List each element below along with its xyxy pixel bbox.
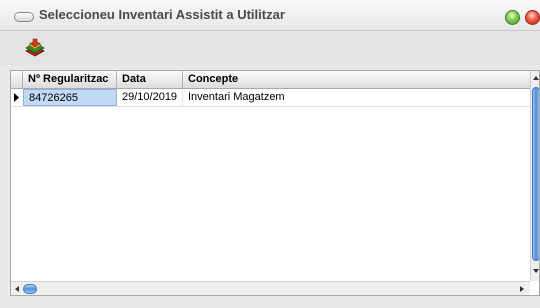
vertical-scrollbar[interactable]: [530, 71, 540, 281]
zoom-button[interactable]: [505, 10, 520, 25]
vertical-scroll-thumb[interactable]: [532, 87, 539, 261]
accept-stack-icon: [25, 38, 45, 57]
grid-header: Nº Regularitzac Data Concepte: [11, 71, 530, 89]
scroll-down-arrow-icon[interactable]: [532, 267, 540, 275]
scroll-right-arrow-icon[interactable]: [518, 285, 526, 293]
scroll-left-arrow-icon[interactable]: [13, 285, 21, 293]
inventory-grid[interactable]: Nº Regularitzac Data Concepte 84726265 2…: [10, 70, 540, 296]
horizontal-scrollbar[interactable]: [11, 281, 530, 295]
window-title: Seleccioneu Inventari Assistit a Utilitz…: [39, 7, 285, 22]
scroll-up-arrow-icon[interactable]: [532, 74, 540, 82]
title-bar: Seleccioneu Inventari Assistit a Utilitz…: [0, 0, 540, 31]
header-indicator-cell: [11, 71, 23, 88]
accept-button[interactable]: [22, 37, 48, 59]
close-button[interactable]: [525, 10, 540, 25]
cell-regularitzacio[interactable]: 84726265: [23, 89, 117, 106]
column-header-data[interactable]: Data: [117, 71, 183, 88]
cell-data[interactable]: 29/10/2019: [117, 89, 183, 106]
table-row[interactable]: 84726265 29/10/2019 Inventari Magatzem: [11, 89, 530, 107]
horizontal-scroll-thumb[interactable]: [23, 284, 37, 294]
cell-concepte[interactable]: Inventari Magatzem: [183, 89, 530, 106]
toolbar: [0, 31, 540, 65]
column-header-concepte[interactable]: Concepte: [183, 71, 530, 88]
column-header-regularitzacio[interactable]: Nº Regularitzac: [23, 71, 117, 88]
toolbar-toggle-button[interactable]: [14, 12, 34, 22]
